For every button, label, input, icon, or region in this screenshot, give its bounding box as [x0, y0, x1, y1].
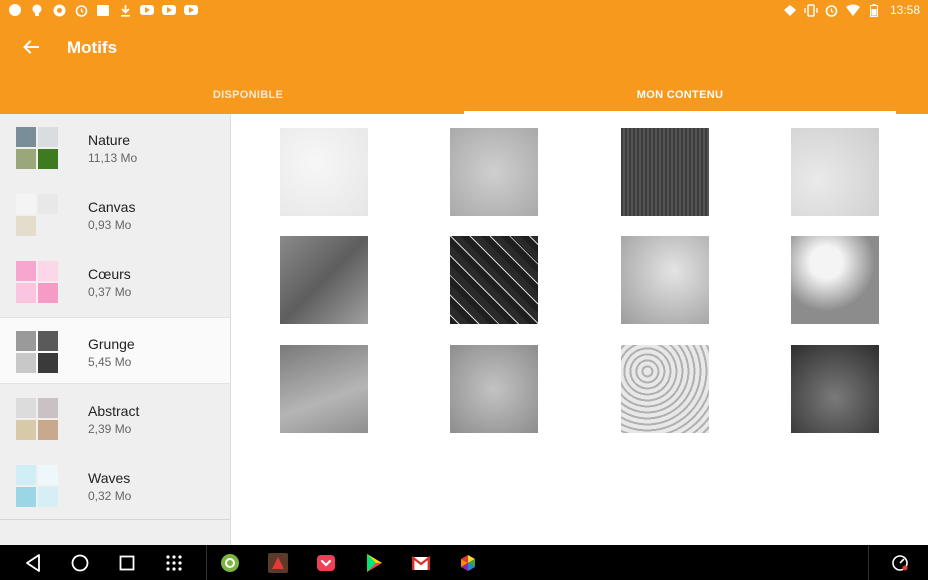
category-name: Grunge	[88, 336, 135, 352]
pocket-app-icon[interactable]	[316, 553, 336, 573]
category-name: Waves	[88, 470, 131, 486]
youtube-icon	[162, 3, 176, 17]
category-size: 5,45 Mo	[88, 355, 132, 369]
pattern-category-list: Nature 11,13 Mo Canvas 0,93 Mo Cœurs 0,3…	[0, 114, 231, 545]
lightbulb-icon	[30, 3, 44, 17]
youtube-icon	[184, 3, 198, 17]
status-bar: 13:58	[0, 0, 928, 22]
grey-grunge-texture[interactable]	[450, 128, 538, 216]
light-grunge-texture[interactable]	[280, 128, 368, 216]
category-item-waves[interactable]: Waves 0,32 Mo	[0, 452, 230, 519]
navigation-bar	[0, 545, 928, 580]
youtube-icon	[140, 3, 154, 17]
chrome-icon	[52, 3, 66, 17]
system-icons: 13:58	[783, 3, 920, 17]
scratched-grey-texture[interactable]	[280, 236, 368, 324]
category-size: 2,39 Mo	[88, 422, 132, 436]
canvas-thumbnail	[16, 194, 58, 236]
dark-speckled-texture[interactable]	[791, 345, 879, 433]
game-app-icon[interactable]	[268, 553, 288, 573]
peeling-paint-texture[interactable]	[621, 236, 709, 324]
dark-fabric-texture[interactable]	[621, 128, 709, 216]
apps-grid-icon[interactable]	[163, 552, 185, 574]
peeling-plaster-texture[interactable]	[791, 236, 879, 324]
cracked-dark-texture[interactable]	[450, 236, 538, 324]
image-icon	[96, 3, 110, 17]
alarm-icon	[825, 3, 839, 17]
category-item-grunge[interactable]: Grunge 5,45 Mo	[0, 317, 230, 384]
back-arrow-icon[interactable]	[20, 36, 42, 58]
gmail-icon[interactable]	[411, 553, 431, 573]
grunge-thumbnail	[16, 331, 58, 373]
back-icon[interactable]	[22, 552, 44, 574]
coeurs-thumbnail	[16, 261, 58, 303]
home-icon[interactable]	[69, 552, 91, 574]
notification-icons	[8, 3, 198, 17]
settings-app-icon[interactable]	[220, 553, 240, 573]
category-item-canvas[interactable]: Canvas 0,93 Mo	[0, 181, 230, 248]
category-name: Cœurs	[88, 266, 131, 282]
category-name: Nature	[88, 132, 131, 148]
tab-disponible[interactable]: DISPONIBLE	[32, 76, 464, 114]
tab-bar: DISPONIBLE MON CONTENU	[0, 76, 928, 114]
play-store-icon[interactable]	[364, 553, 384, 573]
speed-meter-icon[interactable]	[890, 553, 910, 573]
tray-divider	[868, 545, 869, 580]
app-bar: Motifs DISPONIBLE MON CONTENU	[0, 22, 928, 114]
page-title: Motifs	[67, 38, 118, 57]
battery-icon	[867, 3, 881, 17]
nav-divider	[206, 545, 207, 580]
recents-icon[interactable]	[116, 552, 138, 574]
category-size: 0,93 Mo	[88, 218, 132, 232]
alarm-icon	[74, 3, 88, 17]
list-divider	[0, 519, 230, 520]
stained-wall-texture[interactable]	[280, 345, 368, 433]
color-app-icon[interactable]	[458, 553, 478, 573]
sync-icon	[783, 3, 797, 17]
light-stone-texture[interactable]	[791, 128, 879, 216]
nature-thumbnail	[16, 127, 58, 169]
category-size: 0,37 Mo	[88, 285, 132, 299]
category-name: Canvas	[88, 199, 136, 215]
category-name: Abstract	[88, 403, 140, 419]
pinterest-icon	[8, 3, 22, 17]
pattern-grid	[232, 114, 928, 545]
download-icon	[118, 3, 132, 17]
cracked-mud-texture[interactable]	[621, 345, 709, 433]
clock-time: 13:58	[889, 3, 920, 17]
wifi-icon	[845, 3, 860, 17]
tab-mon-contenu[interactable]: MON CONTENU	[464, 76, 896, 114]
category-size: 0,32 Mo	[88, 489, 132, 503]
vibrate-icon	[804, 3, 818, 17]
category-item-abstract[interactable]: Abstract 2,39 Mo	[0, 385, 230, 452]
cloudy-grey-texture[interactable]	[450, 345, 538, 433]
abstract-thumbnail	[16, 398, 58, 440]
category-item-coeurs[interactable]: Cœurs 0,37 Mo	[0, 248, 230, 315]
waves-thumbnail	[16, 465, 58, 507]
category-size: 11,13 Mo	[88, 151, 138, 165]
category-item-nature[interactable]: Nature 11,13 Mo	[0, 114, 230, 181]
